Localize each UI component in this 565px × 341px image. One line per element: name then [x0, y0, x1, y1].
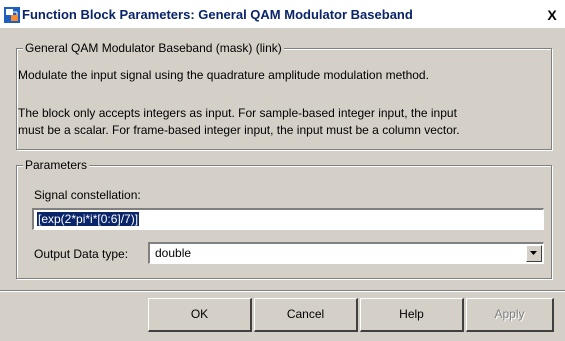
description-line-3: must be a scalar. For frame-based intege… — [18, 123, 460, 137]
chevron-down-icon — [530, 251, 537, 255]
output-data-type-label: Output Data type: — [34, 247, 129, 261]
output-data-type-select[interactable]: double — [148, 242, 544, 264]
signal-constellation-value: [exp(2*pi*i*[0:6]/7)] — [37, 212, 140, 226]
help-button[interactable]: Help — [360, 298, 464, 332]
signal-constellation-label: Signal constellation: — [34, 188, 141, 202]
simulink-block-icon — [4, 7, 20, 23]
parameters-group-legend: Parameters — [23, 158, 90, 172]
close-button[interactable]: X — [545, 8, 559, 22]
button-divider — [0, 290, 565, 292]
description-line-2: The block only accepts integers as input… — [18, 106, 457, 120]
description-line-1: Modulate the input signal using the quad… — [18, 68, 429, 82]
title-bar[interactable]: Function Block Parameters: General QAM M… — [0, 0, 565, 28]
mask-group-legend: General QAM Modulator Baseband (mask) (l… — [23, 41, 284, 55]
dialog-window: Function Block Parameters: General QAM M… — [0, 0, 565, 341]
cancel-button[interactable]: Cancel — [254, 298, 358, 332]
ok-button[interactable]: OK — [148, 298, 252, 332]
window-title: Function Block Parameters: General QAM M… — [22, 7, 413, 22]
output-data-type-value: double — [155, 246, 192, 260]
dropdown-button[interactable] — [526, 245, 542, 262]
signal-constellation-input[interactable]: [exp(2*pi*i*[0:6]/7)] — [32, 208, 544, 230]
apply-button[interactable]: Apply — [466, 298, 554, 332]
